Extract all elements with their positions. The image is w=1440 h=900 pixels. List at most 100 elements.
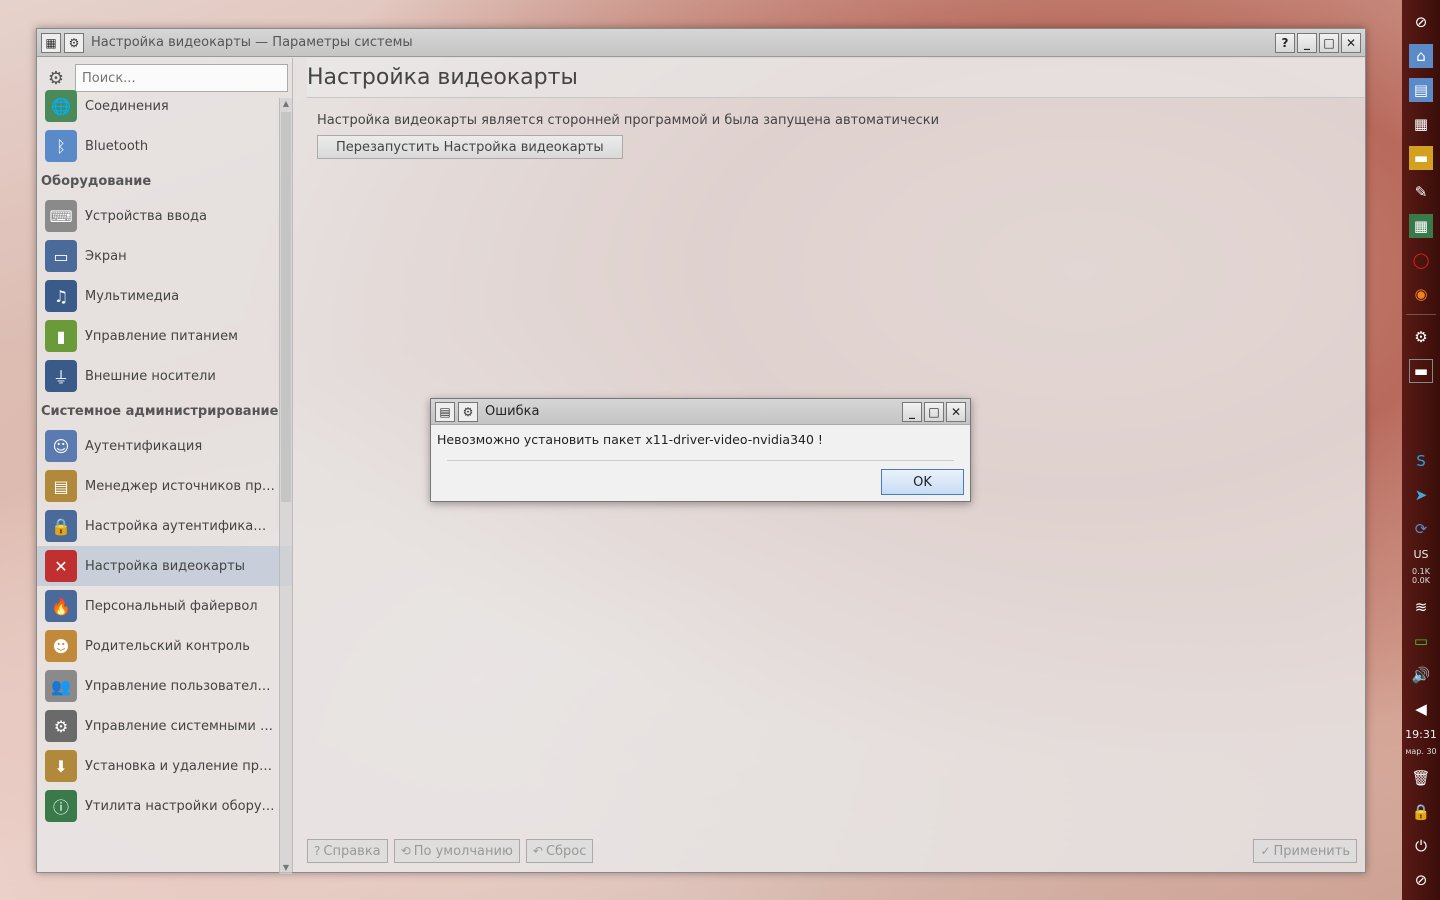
ok-button[interactable]: OK [881, 469, 964, 495]
help-label: Справка [323, 843, 381, 859]
file-manager-icon[interactable]: ▤ [1409, 78, 1433, 102]
help-bottom-button[interactable]: ? Справка [307, 839, 388, 863]
sidebar-item-label: Аутентификация [85, 438, 203, 454]
user-key-icon: ☺ [45, 430, 77, 462]
net-down-speed: 0.0K [1412, 576, 1430, 585]
archive-icon[interactable]: ▬ [1409, 146, 1433, 170]
sidebar-item-parental-control[interactable]: ☻ Родительский контроль [37, 626, 292, 666]
office-icon[interactable]: ▦ [1409, 214, 1433, 238]
minimize-icon: _ [1304, 35, 1310, 50]
sidebar-item-firewall[interactable]: 🔥 Персональный файервол [37, 586, 292, 626]
clock-time[interactable]: 19:31 [1405, 729, 1437, 741]
network-icon: 🌐 [45, 90, 77, 122]
lock-icon: 🔒 [45, 510, 77, 542]
apply-button[interactable]: ✓ Применить [1253, 839, 1357, 863]
dialog-titlebar[interactable]: ▤ ⚙ Ошибка _ □ ✕ [431, 399, 970, 425]
nav-list[interactable]: 🌐 Соединения ᛒ Bluetooth Оборудование ⌨ … [37, 86, 292, 872]
sidebar-item-removable-media[interactable]: ⏚ Внешние носители [37, 356, 292, 396]
launcher-icon[interactable]: ⊘ [1409, 10, 1433, 34]
usb-icon: ⏚ [45, 360, 77, 392]
power-icon[interactable]: ⏻ [1409, 834, 1433, 858]
sidebar-item-label: Персональный файервол [85, 598, 258, 614]
sidebar-item-video-card[interactable]: ✕ Настройка видеокарты [37, 546, 292, 586]
page-title: Настройка видеокарты [307, 58, 1365, 98]
telegram-icon[interactable]: ➤ [1409, 483, 1433, 507]
keyboard-icon: ⌨ [45, 200, 77, 232]
window-titlebar[interactable]: ▦ ⚙ Настройка видеокарты — Параметры сис… [37, 29, 1365, 57]
sidebar-item-install-remove[interactable]: ⬇ Установка и удаление програ... [37, 746, 292, 786]
sidebar-item-users[interactable]: 👥 Управление пользователями [37, 666, 292, 706]
sidebar-item-label: Мультимедиа [85, 288, 180, 304]
scroll-down-icon[interactable]: ▼ [280, 862, 292, 874]
dialog-menu-icon[interactable]: ⚙ [458, 401, 478, 422]
sidebar-item-label: Настройка аутентификации д... [85, 518, 275, 534]
dialog-app-icon[interactable]: ▤ [435, 401, 455, 422]
question-icon: ? [1281, 35, 1289, 50]
sidebar-item-label: Управление пользователями [85, 678, 275, 694]
minimize-button[interactable]: _ [1297, 32, 1317, 53]
opera-icon[interactable]: ◯ [1409, 248, 1433, 272]
sidebar-item-label: Установка и удаление програ... [85, 758, 275, 774]
home-folder-icon[interactable]: ⌂ [1409, 44, 1433, 68]
minimize-icon: _ [909, 404, 915, 419]
sidebar-item-label: Внешние носители [85, 368, 216, 384]
keyboard-layout[interactable]: US [1413, 549, 1428, 561]
side-panel: ⊘ ⌂ ▤ ▦ ▬ ✎ ▦ ◯ ◉ ⚙ ▬ S ➤ ⟳ US 0.1K 0.0K… [1402, 0, 1440, 900]
skype-icon[interactable]: S [1409, 449, 1433, 473]
sidebar-item-connections[interactable]: 🌐 Соединения [37, 86, 292, 126]
users-icon: 👥 [45, 670, 77, 702]
reset-label: Сброс [545, 843, 587, 859]
help-button[interactable]: ? [1275, 32, 1295, 53]
sidebar-item-auth-settings[interactable]: 🔒 Настройка аутентификации д... [37, 506, 292, 546]
sidebar-item-label: Соединения [85, 98, 169, 114]
sidebar-item-authentication[interactable]: ☺ Аутентификация [37, 426, 292, 466]
info-text: Настройка видеокарты является сторонней … [317, 113, 940, 128]
sidebar-item-input-devices[interactable]: ⌨ Устройства ввода [37, 196, 292, 236]
app-icon[interactable]: ▦ [41, 32, 61, 53]
net-up-speed: 0.1K [1412, 567, 1430, 576]
dialog-separator [447, 460, 954, 461]
collapse-arrow-icon[interactable]: ◀ [1409, 697, 1433, 721]
sidebar-item-label: Устройства ввода [85, 208, 208, 224]
sidebar-scrollbar[interactable]: ▲ ▼ [279, 98, 292, 874]
menu-gear-icon[interactable]: ⚙ [64, 32, 84, 53]
maximize-icon: □ [1323, 35, 1335, 50]
battery-tray-icon[interactable]: ▭ [1409, 629, 1433, 653]
dialog-minimize-button[interactable]: _ [902, 401, 922, 422]
wifi-icon[interactable]: ≋ [1409, 595, 1433, 619]
update-icon[interactable]: ⟳ [1409, 517, 1433, 541]
sidebar-item-bluetooth[interactable]: ᛒ Bluetooth [37, 126, 292, 166]
close-button[interactable]: ✕ [1341, 32, 1361, 53]
trash-icon[interactable]: 🗑 [1409, 766, 1433, 790]
text-editor-icon[interactable]: ✎ [1409, 180, 1433, 204]
sidebar-item-label: Bluetooth [85, 138, 149, 154]
services-icon: ⚙ [45, 710, 77, 742]
calculator-icon[interactable]: ▦ [1409, 112, 1433, 136]
maximize-button[interactable]: □ [1319, 32, 1339, 53]
lock-screen-icon[interactable]: 🔒 [1409, 800, 1433, 824]
sidebar: ⚙ 🌐 Соединения ᛒ Bluetooth Оборудование … [37, 58, 293, 872]
volume-icon[interactable]: 🔊 [1409, 663, 1433, 687]
checkmark-icon: ✓ [1260, 844, 1271, 858]
launcher-bottom-icon[interactable]: ⊘ [1409, 868, 1433, 892]
sidebar-item-display[interactable]: ▭ Экран [37, 236, 292, 276]
sidebar-item-hardware-utility[interactable]: ⓘ Утилита настройки оборудов... [37, 786, 292, 826]
sidebar-item-power[interactable]: ▮ Управление питанием [37, 316, 292, 356]
scroll-up-icon[interactable]: ▲ [280, 98, 292, 110]
reset-button[interactable]: ↶ Сброс [525, 839, 594, 863]
sidebar-item-software-sources[interactable]: ▤ Менеджер источников прогр... [37, 466, 292, 506]
scroll-thumb[interactable] [281, 112, 291, 502]
x-display-icon: ✕ [45, 550, 77, 582]
sidebar-item-multimedia[interactable]: ♫ Мультимедиа [37, 276, 292, 316]
sidebar-item-services[interactable]: ⚙ Управление системными слу... [37, 706, 292, 746]
hardware-icon: ⓘ [45, 790, 77, 822]
close-icon: ✕ [1345, 35, 1357, 50]
dialog-close-button[interactable]: ✕ [946, 401, 966, 422]
settings-app-icon[interactable]: ⚙ [1409, 325, 1433, 349]
dialog-message: Невозможно установить пакет x11-driver-v… [437, 432, 823, 447]
firefox-icon[interactable]: ◉ [1409, 282, 1433, 306]
restart-button[interactable]: Перезапустить Настройка видеокарты [317, 135, 623, 159]
terminal-icon[interactable]: ▬ [1409, 359, 1433, 383]
dialog-maximize-button[interactable]: □ [924, 401, 944, 422]
defaults-button[interactable]: ⟲ По умолчанию [393, 839, 520, 863]
